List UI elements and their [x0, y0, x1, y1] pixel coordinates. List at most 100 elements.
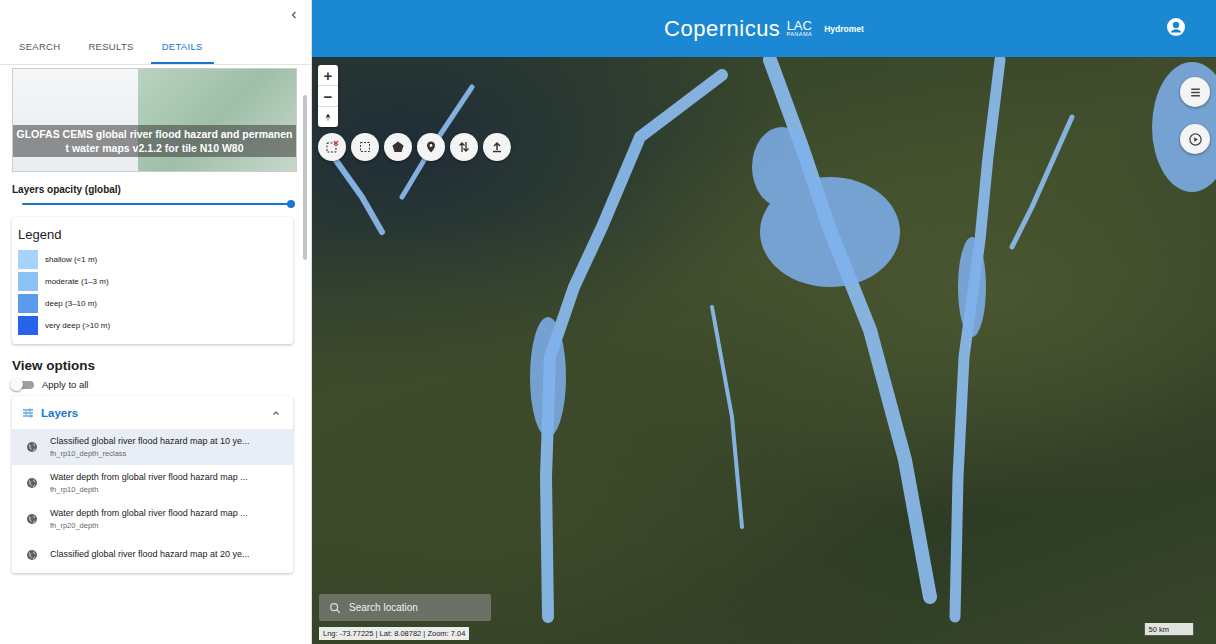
brand-logo[interactable]: Copernicus LACPANAMA Hydromet	[664, 16, 864, 42]
layer-text: Classified global river flood hazard map…	[50, 436, 285, 457]
panel-top-bar	[0, 0, 311, 30]
legend-card: Legend shallow (<1 m) moderate (1–3 m) deep…	[12, 217, 293, 344]
swap-arrows-icon	[457, 140, 471, 154]
legend-label: very deep (>10 m)	[45, 321, 110, 330]
apply-to-all-toggle[interactable]	[12, 381, 34, 389]
legend-label: shallow (<1 m)	[45, 255, 97, 264]
legend-item: deep (3–10 m)	[18, 292, 287, 314]
region-label: LAC	[787, 19, 812, 32]
tab[interactable]: SEARCH	[8, 30, 71, 64]
menu-button[interactable]	[1180, 77, 1210, 107]
legend-item: shallow (<1 m)	[18, 248, 287, 270]
layer-id: fh_rp20_depth	[50, 521, 285, 530]
side-panel: SEARCHRESULTSDETAILS GLOFAS CEMS global r…	[0, 0, 312, 644]
globe-icon	[26, 549, 38, 561]
legend-swatch	[18, 250, 38, 269]
map-scale: 50 km	[1144, 623, 1194, 636]
apply-to-all-label: Apply to all	[42, 379, 88, 390]
search-placeholder: Search location	[349, 602, 418, 613]
swap-button[interactable]	[450, 133, 478, 161]
layer-id: fh_rp10_depth_reclass	[50, 449, 285, 458]
layer-item[interactable]: Water depth from global river flood haza…	[12, 501, 293, 537]
upload-button[interactable]	[483, 133, 511, 161]
legend-item: moderate (1–3 m)	[18, 270, 287, 292]
apply-to-all-row: Apply to all	[12, 379, 293, 390]
draw-toolbar	[318, 133, 511, 161]
expand-chevron-icon[interactable]	[271, 408, 281, 418]
polygon-icon	[391, 140, 405, 154]
details-content: GLOFAS CEMS global river flood hazard an…	[0, 65, 311, 644]
legend-swatch	[18, 294, 38, 313]
zoom-out-button[interactable]: −	[318, 86, 338, 107]
dataset-thumbnail[interactable]: GLOFAS CEMS global river flood hazard an…	[12, 68, 297, 172]
map-canvas[interactable]: +− Search location Lng: -73.77225 | Lat: 8…	[312, 57, 1216, 644]
layer-title: Classified global river flood hazard map…	[50, 436, 285, 447]
opacity-slider[interactable]	[12, 195, 293, 215]
compass-icon	[324, 112, 332, 123]
layer-item[interactable]: Classified global river flood hazard map…	[12, 537, 293, 573]
legend-swatch	[18, 272, 38, 291]
app-window: SEARCHRESULTSDETAILS GLOFAS CEMS global r…	[0, 0, 1216, 644]
upload-icon	[490, 140, 504, 154]
legend-label: moderate (1–3 m)	[45, 277, 109, 286]
map-side-buttons	[1180, 77, 1210, 154]
globe-icon	[26, 441, 38, 453]
legend-swatch	[18, 316, 38, 335]
slider-track	[22, 203, 291, 205]
globe-icon	[26, 513, 38, 525]
layer-text: Classified global river flood hazard map…	[50, 549, 285, 560]
flood-hazard-overlay	[312, 57, 1216, 644]
location-search[interactable]: Search location	[319, 594, 491, 621]
clear-selection-icon	[325, 140, 339, 154]
cursor-coordinates: Lng: -73.77225 | Lat: 8.08782 | Zoom: 7.…	[319, 627, 469, 640]
layer-list: Classified global river flood hazard map…	[12, 429, 293, 573]
collapse-chevron-icon[interactable]	[289, 10, 299, 20]
legend-item: very deep (>10 m)	[18, 314, 287, 336]
rectangle-select-icon	[358, 140, 372, 154]
layer-title: Water depth from global river flood haza…	[50, 472, 285, 483]
sliders-icon	[22, 407, 34, 419]
toggle-knob	[10, 378, 23, 391]
compass-button[interactable]	[318, 107, 338, 127]
layer-text: Water depth from global river flood haza…	[50, 472, 285, 493]
map-bottom-left: Search location Lng: -73.77225 | Lat: 8.0…	[319, 594, 491, 640]
layer-item[interactable]: Water depth from global river flood haza…	[12, 465, 293, 501]
location-pin-icon	[424, 140, 438, 154]
dataset-title: GLOFAS CEMS global river flood hazard an…	[13, 125, 296, 157]
legend-label: deep (3–10 m)	[45, 299, 97, 308]
product-label: Hydromet	[824, 24, 864, 34]
tab[interactable]: DETAILS	[151, 30, 214, 64]
polygon-select-button[interactable]	[384, 133, 412, 161]
zoom-in-button[interactable]: +	[318, 65, 338, 86]
rectangle-select-button[interactable]	[351, 133, 379, 161]
app-header: Copernicus LACPANAMA Hydromet	[312, 0, 1216, 57]
layer-title: Water depth from global river flood haza…	[50, 508, 285, 519]
zoom-control: +−	[318, 65, 338, 127]
play-button[interactable]	[1180, 124, 1210, 154]
layer-title: Classified global river flood hazard map…	[50, 549, 285, 560]
clear-selection-button[interactable]	[318, 133, 346, 161]
region-block: LACPANAMA	[786, 19, 812, 38]
layer-text: Water depth from global river flood haza…	[50, 508, 285, 529]
globe-icon	[26, 477, 38, 489]
user-account-icon[interactable]	[1166, 17, 1186, 37]
menu-icon	[1188, 85, 1203, 100]
search-icon	[329, 602, 341, 614]
tab[interactable]: RESULTS	[77, 30, 144, 64]
layers-title: Layers	[41, 407, 264, 419]
opacity-label: Layers opacity (global)	[12, 184, 293, 195]
panel-scrollbar[interactable]	[303, 95, 307, 260]
legend-title: Legend	[18, 227, 287, 242]
country-label: PANAMA	[786, 32, 812, 38]
slider-fill	[22, 203, 291, 205]
play-circle-icon	[1188, 132, 1203, 147]
layers-header[interactable]: Layers	[12, 396, 293, 429]
tab-bar: SEARCHRESULTSDETAILS	[0, 30, 311, 65]
layers-card: Layers Classified global river flood haza…	[12, 396, 293, 573]
slider-knob[interactable]	[287, 200, 295, 208]
logo-text: Copernicus	[664, 16, 780, 42]
point-select-button[interactable]	[417, 133, 445, 161]
map-area: Copernicus LACPANAMA Hydromet +− Search loca…	[312, 0, 1216, 644]
layer-item[interactable]: Classified global river flood hazard map…	[12, 429, 293, 465]
view-options-title: View options	[12, 358, 293, 373]
